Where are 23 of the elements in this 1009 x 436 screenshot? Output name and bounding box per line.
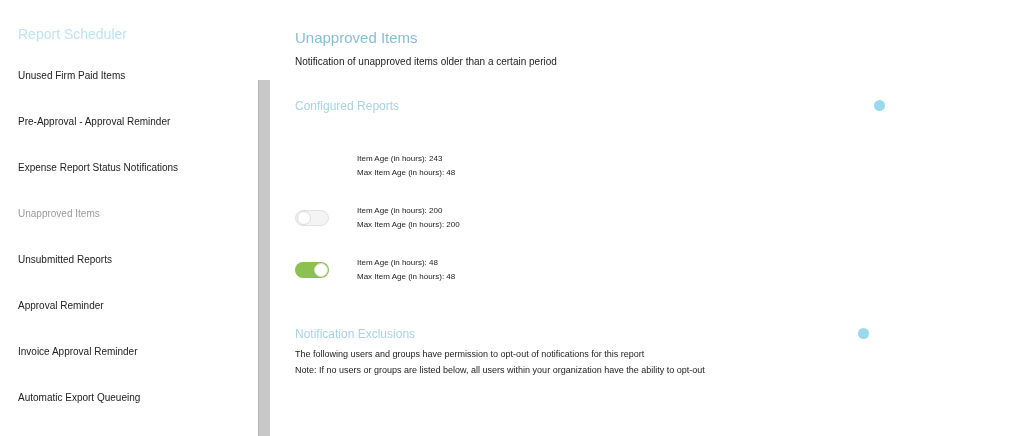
sidebar-item[interactable]: Expense Report Status Notifications	[18, 160, 258, 206]
criteria-text: Item Age (in hours): 200	[357, 205, 444, 216]
criteria-text: Item Age (in hours): 48	[357, 257, 439, 268]
sidebar-item[interactable]: Unsubmitted Reports	[18, 252, 258, 298]
page-description: Notification of unapproved items older than a certain period	[295, 54, 558, 69]
toggle-switch[interactable]	[295, 261, 329, 278]
sidebar-item[interactable]: Invoice Approval Reminder	[18, 344, 258, 390]
scrollbar[interactable]	[258, 80, 270, 436]
sidebar-item[interactable]: Pre-Approval - Approval Reminder	[18, 114, 258, 160]
sidebar-item[interactable]: Unused Firm Paid Items	[18, 68, 258, 114]
sidebar-title: Report Scheduler	[18, 25, 128, 44]
sidebar-item[interactable]: Approval Reminder	[18, 298, 258, 344]
criteria-text: Max Item Age (in hours): 48	[357, 271, 456, 282]
exclusion-note: The following users and groups have permission to opt-out of notifications for this report	[295, 347, 646, 361]
criteria-text: Max Item Age (in hours): 48	[357, 167, 456, 178]
toggle-switch[interactable]	[295, 209, 329, 226]
criteria-text: Max Item Age (in hours): 200	[357, 219, 460, 230]
section-title: Notification Exclusions	[295, 325, 416, 343]
sidebar-item[interactable]: Automatic Export Queueing	[18, 390, 258, 436]
exclusion-note: Note: If no users or groups are listed below, all users within your organization have the ability to opt-out	[295, 364, 706, 377]
section-title: Configured Reports	[295, 97, 400, 115]
criteria-text: Item Age (in hours): 243	[357, 153, 444, 164]
page-title: Unapproved Items	[295, 28, 419, 48]
